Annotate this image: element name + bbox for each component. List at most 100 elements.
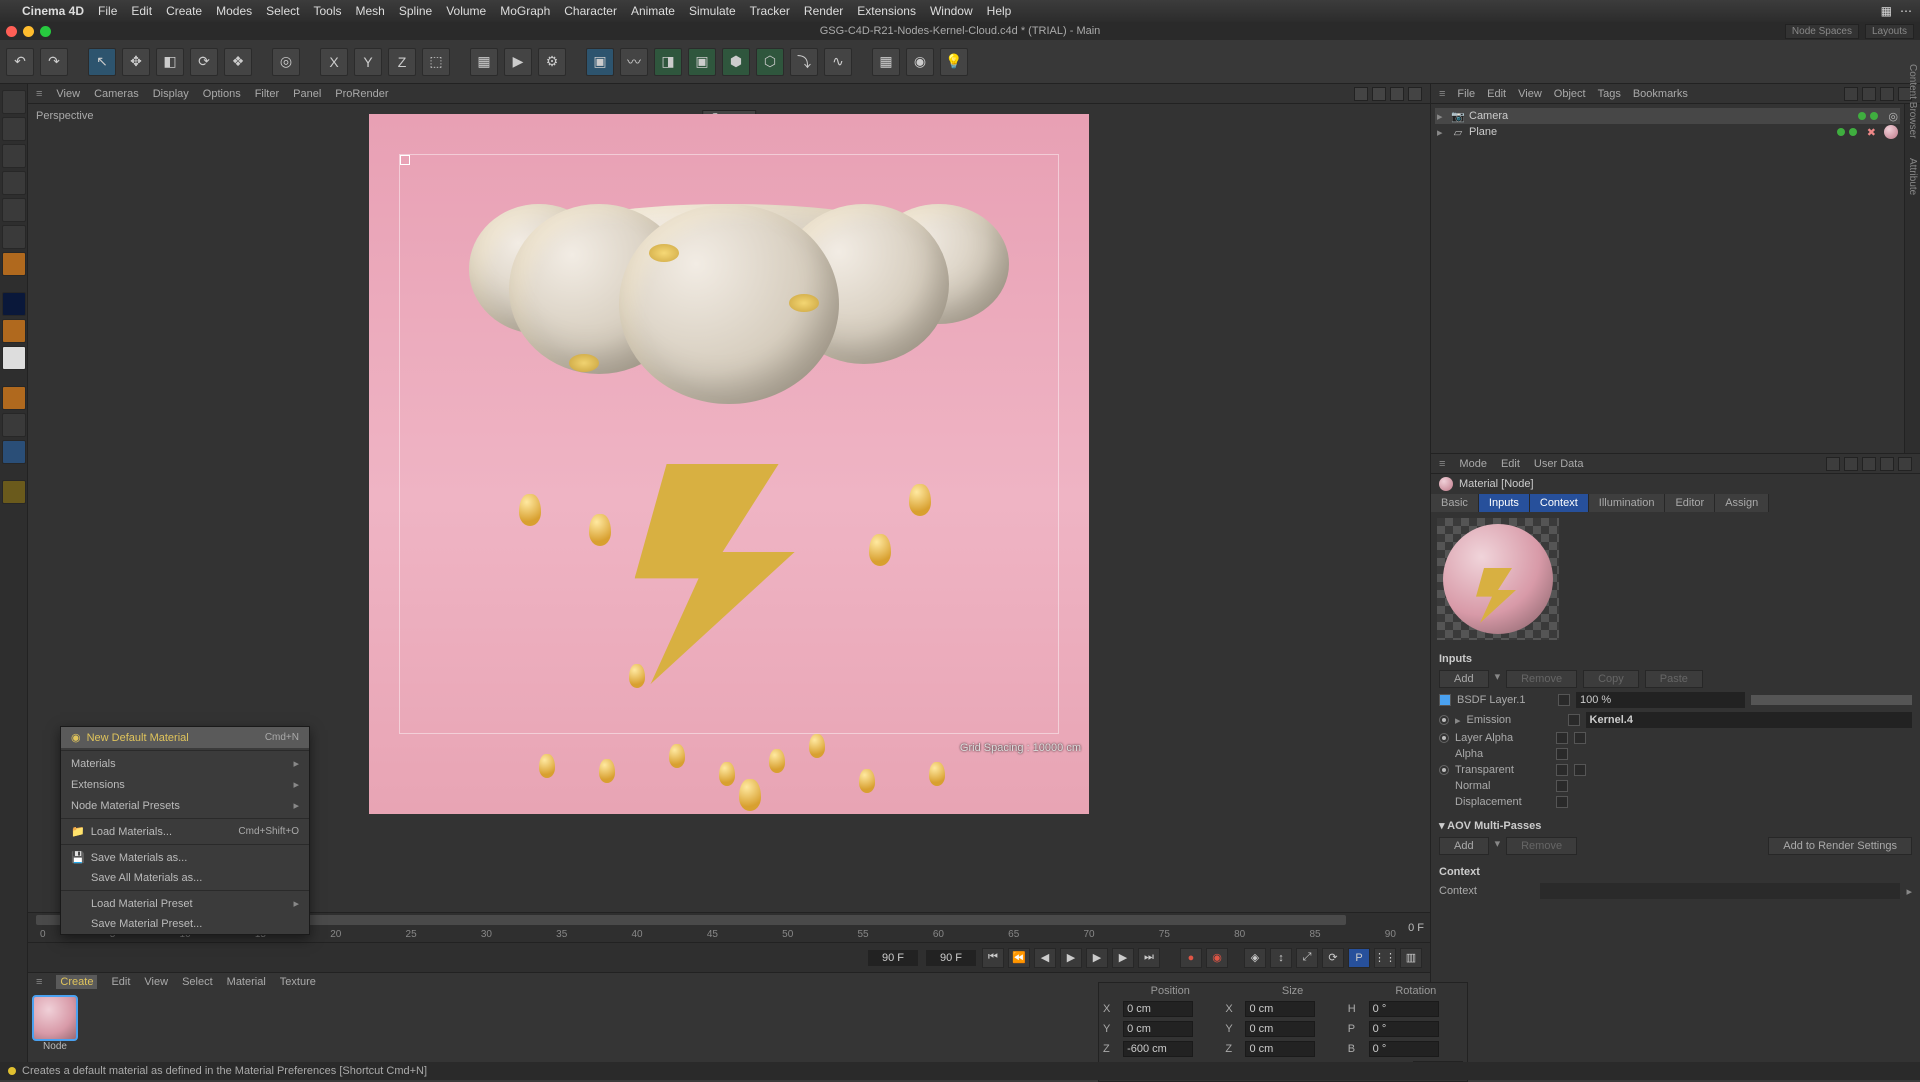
material-preview-sphere[interactable]: [1443, 524, 1553, 634]
aov-add-button[interactable]: Add: [1439, 837, 1489, 855]
goto-start-icon[interactable]: ⏮: [982, 948, 1004, 968]
menu-select[interactable]: Select: [266, 4, 299, 18]
attribute-tab[interactable]: Attribute: [1907, 158, 1918, 195]
material-thumb-wrap[interactable]: Node: [32, 995, 78, 1052]
current-frame-field[interactable]: 90 F: [868, 950, 918, 966]
render-active-icon[interactable]: ▶: [504, 48, 532, 76]
menu-render[interactable]: Render: [804, 4, 843, 18]
close-icon[interactable]: [6, 26, 17, 37]
om-search-icon[interactable]: [1844, 87, 1858, 101]
rot-b-field[interactable]: [1369, 1041, 1439, 1057]
snap-icon[interactable]: [2, 480, 26, 504]
render-view-icon[interactable]: ▦: [470, 48, 498, 76]
key-scale-icon[interactable]: ⤢: [1296, 948, 1318, 968]
menu-mograph[interactable]: MoGraph: [500, 4, 550, 18]
snap-icon[interactable]: [2, 440, 26, 464]
tab-illumination[interactable]: Illumination: [1589, 494, 1666, 512]
snap-icon[interactable]: [2, 319, 26, 343]
right-dock-labels[interactable]: Content Browser Attribute: [1907, 64, 1918, 196]
key-icon[interactable]: ◈: [1244, 948, 1266, 968]
mat-menu-create[interactable]: Create: [56, 975, 97, 989]
light-icon[interactable]: 💡: [940, 48, 968, 76]
prev-frame-icon[interactable]: ◀: [1034, 948, 1056, 968]
cube-primitive-icon[interactable]: ▣: [586, 48, 614, 76]
check[interactable]: [1574, 732, 1586, 744]
tool-icon[interactable]: ◎: [272, 48, 300, 76]
menu-tools[interactable]: Tools: [313, 4, 341, 18]
vp-view[interactable]: View: [56, 88, 80, 100]
point-mode-icon[interactable]: [2, 171, 26, 195]
visibility-dot[interactable]: [1849, 128, 1857, 136]
pos-y-field[interactable]: [1123, 1021, 1193, 1037]
aov-remove-button[interactable]: Remove: [1506, 837, 1577, 855]
check[interactable]: [1556, 764, 1568, 776]
key-icon[interactable]: ▥: [1400, 948, 1422, 968]
redo-icon[interactable]: ↷: [40, 48, 68, 76]
radio-icon[interactable]: [1439, 765, 1449, 775]
am-back-icon[interactable]: [1826, 457, 1840, 471]
select-tool-icon[interactable]: ↖: [88, 48, 116, 76]
move-tool-icon[interactable]: ✥: [122, 48, 150, 76]
am-icon[interactable]: [1898, 457, 1912, 471]
model-mode-icon[interactable]: [2, 90, 26, 114]
edge-mode-icon[interactable]: [2, 198, 26, 222]
link-check[interactable]: [1558, 694, 1570, 706]
ctx-load-materials[interactable]: 📁Load Materials...Cmd+Shift+O: [61, 821, 309, 842]
om-icon[interactable]: [1880, 87, 1894, 101]
visibility-dot[interactable]: [1837, 128, 1845, 136]
pos-x-field[interactable]: [1123, 1001, 1193, 1017]
zoom-icon[interactable]: [40, 26, 51, 37]
bsdf-value[interactable]: 100 %: [1576, 692, 1745, 708]
menu-extensions[interactable]: Extensions: [857, 4, 916, 18]
ctx-load-preset[interactable]: Load Material Preset▸: [61, 893, 309, 914]
visibility-dot[interactable]: [1870, 112, 1878, 120]
goto-end-icon[interactable]: ⏭: [1138, 948, 1160, 968]
menu-volume[interactable]: Volume: [446, 4, 486, 18]
z-axis-icon[interactable]: Z: [388, 48, 416, 76]
mat-menu-view[interactable]: View: [144, 976, 168, 988]
check[interactable]: [1556, 748, 1568, 760]
rotate-tool-icon[interactable]: ⟳: [190, 48, 218, 76]
menu-edit[interactable]: Edit: [131, 4, 152, 18]
om-bookmarks[interactable]: Bookmarks: [1633, 88, 1688, 100]
menu-animate[interactable]: Animate: [631, 4, 675, 18]
tab-editor[interactable]: Editor: [1665, 494, 1715, 512]
content-browser-tab[interactable]: Content Browser: [1907, 64, 1918, 138]
menu-character[interactable]: Character: [564, 4, 617, 18]
vp-options[interactable]: Options: [203, 88, 241, 100]
scale-tool-icon[interactable]: ◧: [156, 48, 184, 76]
object-tree[interactable]: ▸ 📷 Camera ◎ ▸ ▱ Plane ✖: [1431, 104, 1904, 453]
menu-help[interactable]: Help: [987, 4, 1012, 18]
rot-p-field[interactable]: [1369, 1021, 1439, 1037]
om-file[interactable]: File: [1457, 88, 1475, 100]
menu-modes[interactable]: Modes: [216, 4, 252, 18]
tab-inputs[interactable]: Inputs: [1479, 494, 1530, 512]
generator-icon[interactable]: ▣: [688, 48, 716, 76]
am-new-icon[interactable]: [1880, 457, 1894, 471]
menu-window[interactable]: Window: [930, 4, 973, 18]
ctx-node-presets[interactable]: Node Material Presets▸: [61, 795, 309, 816]
snap-icon[interactable]: [2, 386, 26, 410]
vp-nav-icon[interactable]: [1354, 87, 1368, 101]
step-back-icon[interactable]: ⏪: [1008, 948, 1030, 968]
add-button[interactable]: Add: [1439, 670, 1489, 688]
material-thumb[interactable]: [32, 995, 78, 1041]
vp-prorender[interactable]: ProRender: [335, 88, 388, 100]
om-view[interactable]: View: [1518, 88, 1542, 100]
om-icon[interactable]: [1862, 87, 1876, 101]
aov-header[interactable]: ▾ AOV Multi-Passes: [1439, 816, 1912, 835]
check[interactable]: [1556, 780, 1568, 792]
node-spaces-dropdown[interactable]: Node Spaces: [1785, 24, 1859, 39]
bsdf-slider[interactable]: [1751, 695, 1912, 705]
key-pos-icon[interactable]: ↕: [1270, 948, 1292, 968]
x-axis-icon[interactable]: X: [320, 48, 348, 76]
target-tag-icon[interactable]: ◎: [1888, 110, 1898, 123]
tray-icon[interactable]: ▦: [1881, 4, 1892, 18]
om-edit[interactable]: Edit: [1487, 88, 1506, 100]
object-row-plane[interactable]: ▸ ▱ Plane ✖: [1435, 124, 1900, 140]
om-tags[interactable]: Tags: [1598, 88, 1621, 100]
ctx-save-materials[interactable]: 💾Save Materials as...: [61, 847, 309, 868]
mograph-icon[interactable]: ⬢: [722, 48, 750, 76]
tab-basic[interactable]: Basic: [1431, 494, 1479, 512]
tab-assign[interactable]: Assign: [1715, 494, 1769, 512]
